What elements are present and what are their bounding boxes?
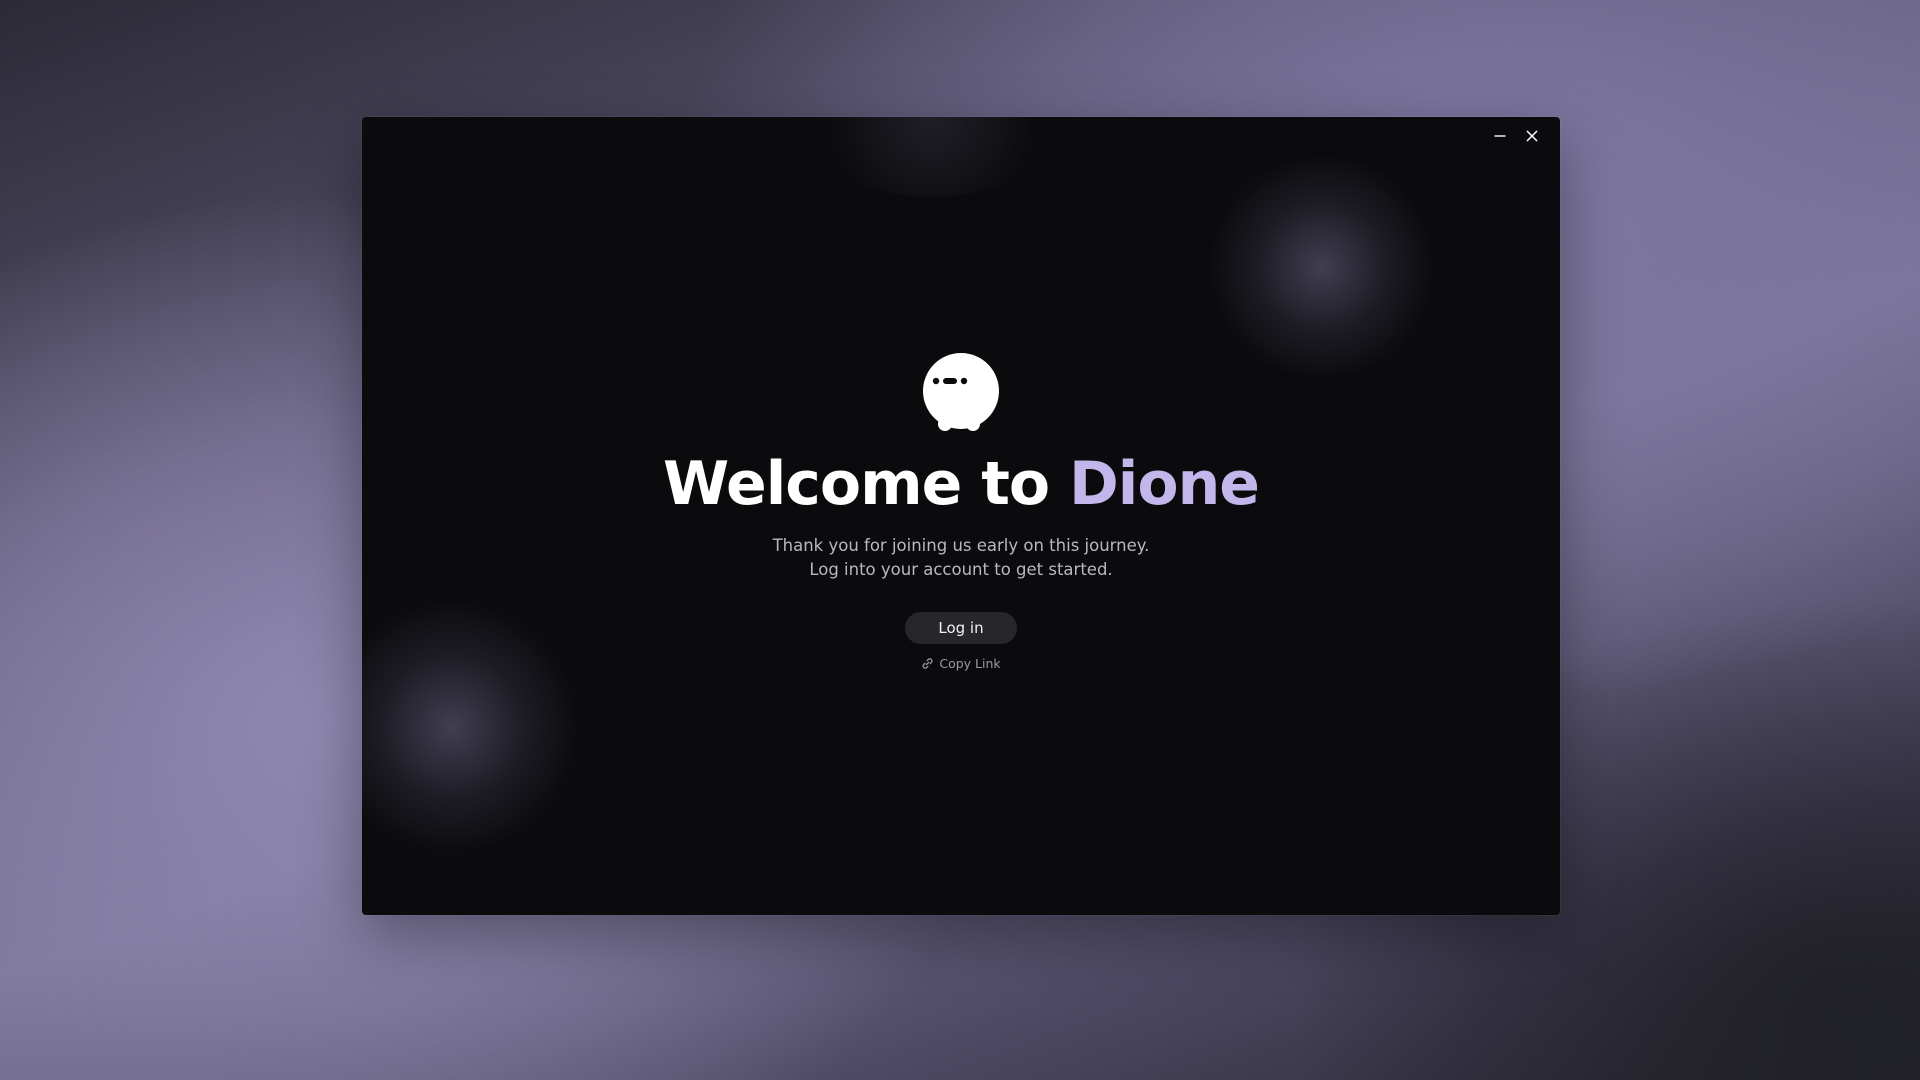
welcome-subtitle: Thank you for joining us early on this j…	[773, 534, 1150, 582]
welcome-panel: Welcome to Dione Thank you for joining u…	[362, 352, 1560, 671]
copy-link-label: Copy Link	[939, 656, 1001, 671]
title-prefix: Welcome to	[663, 449, 1069, 519]
close-button[interactable]	[1518, 123, 1546, 149]
minimize-icon	[1494, 135, 1506, 137]
dione-mascot-icon	[923, 353, 999, 431]
brand-name: Dione	[1068, 449, 1260, 519]
copy-link-button[interactable]: Copy Link	[921, 656, 1001, 671]
background-glow	[802, 117, 1062, 197]
close-icon	[1526, 130, 1538, 142]
subtitle-line: Log into your account to get started.	[809, 560, 1113, 579]
link-icon	[922, 658, 933, 669]
page-title: Welcome to Dione	[663, 448, 1260, 520]
window-controls	[1486, 123, 1546, 149]
minimize-button[interactable]	[1486, 123, 1514, 149]
subtitle-line: Thank you for joining us early on this j…	[772, 536, 1150, 555]
app-window: Welcome to Dione Thank you for joining u…	[362, 117, 1560, 915]
background-glow	[1202, 157, 1442, 377]
login-button[interactable]: Log in	[905, 612, 1017, 644]
